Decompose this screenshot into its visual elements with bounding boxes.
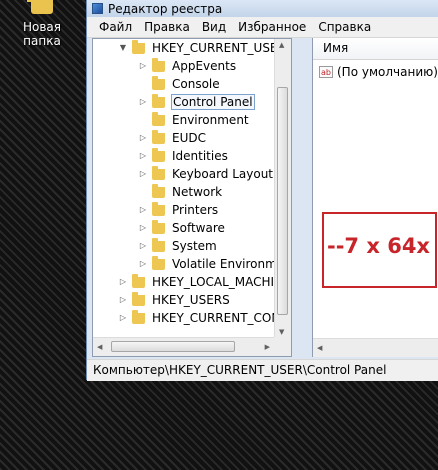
menu-favorites[interactable]: Избранное: [232, 20, 312, 34]
folder-icon: [152, 237, 165, 252]
tree-item-console[interactable]: Console: [139, 75, 221, 93]
window-title: Редактор реестра: [108, 1, 223, 16]
expand-arrow-icon[interactable]: ▷: [139, 57, 147, 75]
tree-item-environment[interactable]: Environment: [139, 111, 250, 129]
tree-item-identities[interactable]: ▷ Identities: [139, 147, 229, 165]
expand-arrow-icon[interactable]: ▷: [139, 201, 147, 219]
folder-icon: [152, 57, 165, 72]
column-header-label: Имя: [323, 41, 349, 55]
value-row[interactable]: ab (По умолчанию): [319, 64, 438, 80]
tree-item-label: Network: [172, 185, 223, 199]
expand-arrow-icon[interactable]: ▷: [139, 129, 147, 147]
folder-icon: [152, 255, 165, 270]
expand-arrow-icon[interactable]: ▷: [139, 165, 147, 183]
tree-item-label: Printers: [172, 203, 219, 217]
scroll-left-arrow-icon[interactable]: ◀: [97, 343, 102, 351]
desktop-folder-label: Новая папка: [22, 20, 61, 48]
expand-arrow-icon[interactable]: ▷: [139, 147, 147, 165]
scroll-corner: [274, 337, 291, 356]
registry-editor-window: Редактор реестра Файл Правка Вид Избранн…: [86, 0, 438, 381]
folder-icon: [152, 147, 165, 162]
folder-icon: [152, 129, 165, 144]
tree-item-hkey-users[interactable]: ▷ HKEY_USERS: [119, 291, 231, 309]
folder-icon: [152, 165, 165, 180]
menu-help[interactable]: Справка: [312, 20, 377, 34]
expand-arrow-icon[interactable]: ▷: [139, 237, 147, 255]
folder-icon: [132, 273, 145, 288]
desktop-folder-new[interactable]: Новая папка: [4, 0, 80, 48]
scroll-right-arrow-icon[interactable]: ▶: [265, 343, 270, 351]
tree-item-label: Control Panel: [171, 94, 255, 110]
folder-icon: [132, 291, 145, 306]
folder-icon: [152, 93, 165, 108]
scroll-down-arrow-icon[interactable]: ▼: [279, 328, 284, 336]
tree-item-label: Environment: [172, 113, 249, 127]
collapse-arrow-icon[interactable]: ▼: [119, 39, 127, 57]
tree-item-volatile-environment[interactable]: ▷ Volatile Environment: [139, 255, 291, 273]
annotation-text: --7 x 64x: [327, 234, 430, 258]
scroll-left-arrow-icon[interactable]: ◀: [317, 344, 322, 352]
expand-arrow-icon[interactable]: ▷: [119, 273, 127, 291]
tree-item-label: Software: [172, 221, 225, 235]
tree-item-label: HKEY_CURRENT_CONFIG: [152, 311, 292, 325]
expand-arrow-icon[interactable]: ▷: [139, 219, 147, 237]
title-bar[interactable]: Редактор реестра: [87, 0, 438, 17]
tree-item-network[interactable]: Network: [139, 183, 223, 201]
value-name: (По умолчанию): [337, 65, 438, 79]
folder-icon: [152, 75, 165, 90]
tree-horizontal-scroll-thumb[interactable]: [111, 341, 235, 352]
tree-item-printers[interactable]: ▷ Printers: [139, 201, 219, 219]
status-bar: Компьютер\HKEY_CURRENT_USER\Control Pane…: [87, 359, 438, 381]
menu-edit[interactable]: Правка: [138, 20, 196, 34]
ab-string-icon: ab: [319, 66, 333, 78]
folder-icon: [132, 309, 145, 324]
values-horizontal-scrollbar[interactable]: ◀: [313, 338, 438, 357]
tree-item-control-panel[interactable]: ▷ Control Panel: [139, 93, 255, 111]
tree-item-eudc[interactable]: ▷ EUDC: [139, 129, 207, 147]
folder-icon: [132, 39, 145, 54]
tree-item-hkey-current-config[interactable]: ▷ HKEY_CURRENT_CONFIG: [119, 309, 292, 327]
tree-item-hkey-local-machine[interactable]: ▷ HKEY_LOCAL_MACHINE: [119, 273, 291, 291]
tree-item-label: AppEvents: [172, 59, 237, 73]
tree-item-appevents[interactable]: ▷ AppEvents: [139, 57, 237, 75]
tree-item-label: HKEY_LOCAL_MACHINE: [152, 275, 291, 289]
tree-item-keyboard-layout[interactable]: ▷ Keyboard Layout: [139, 165, 274, 183]
tree-item-label: Identities: [172, 149, 228, 163]
expand-arrow-icon[interactable]: ▷: [139, 255, 147, 273]
tree-item-label: EUDC: [172, 131, 206, 145]
tree-horizontal-scrollbar[interactable]: ◀ ▶: [93, 337, 274, 356]
menu-bar: Файл Правка Вид Избранное Справка: [87, 17, 438, 38]
column-header-name[interactable]: Имя: [313, 38, 438, 60]
scroll-up-arrow-icon[interactable]: ▲: [279, 41, 284, 49]
menu-file[interactable]: Файл: [87, 20, 138, 34]
registry-editor-icon: [92, 3, 103, 14]
tree-vertical-scroll-thumb[interactable]: [277, 87, 288, 315]
expand-arrow-icon[interactable]: ▷: [119, 309, 127, 327]
status-path: Компьютер\HKEY_CURRENT_USER\Control Pane…: [93, 363, 387, 377]
menu-view[interactable]: Вид: [196, 20, 232, 34]
folder-icon: [152, 183, 165, 198]
tree-item-label: HKEY_CURRENT_USER: [152, 41, 286, 55]
expand-arrow-icon[interactable]: ▷: [119, 291, 127, 309]
folder-icon: [27, 0, 53, 14]
tree-item-label: HKEY_USERS: [152, 293, 230, 307]
values-list[interactable]: Имя ab (По умолчанию) ◀: [312, 38, 438, 357]
tree-item-hkey-current-user[interactable]: ▼ HKEY_CURRENT_USER: [119, 39, 287, 57]
tree-item-label: Keyboard Layout: [172, 167, 274, 181]
folder-icon: [152, 201, 165, 216]
tree-item-label: Console: [172, 77, 220, 91]
tree-item-software[interactable]: ▷ Software: [139, 219, 226, 237]
registry-tree[interactable]: ▼ HKEY_CURRENT_USER ▷ AppEvents Console ▷ Cont…: [92, 38, 292, 357]
annotation-box: --7 x 64x: [322, 212, 437, 288]
tree-item-label: System: [172, 239, 217, 253]
tree-item-system[interactable]: ▷ System: [139, 237, 218, 255]
tree-vertical-scrollbar[interactable]: ▲ ▼: [274, 39, 291, 338]
folder-icon: [152, 219, 165, 234]
folder-icon: [152, 111, 165, 126]
expand-arrow-icon[interactable]: ▷: [139, 93, 147, 111]
